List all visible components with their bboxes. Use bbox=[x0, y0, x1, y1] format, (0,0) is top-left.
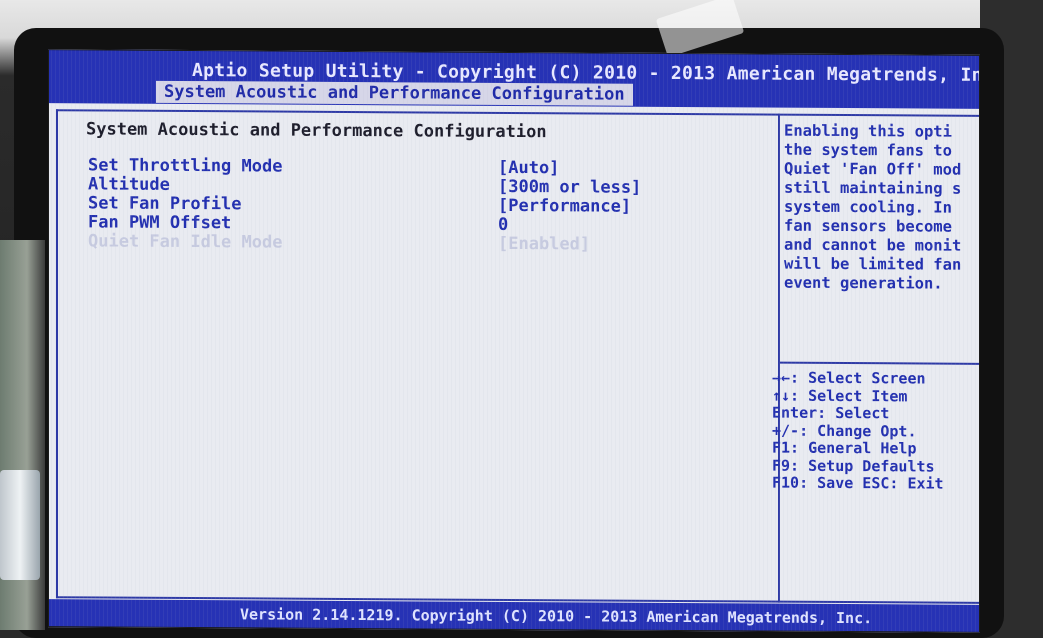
help-line: will be limited fan bbox=[784, 254, 962, 274]
bios-footer: Version 2.14.1219. Copyright (C) 2010 - … bbox=[48, 599, 980, 633]
help-line: fan sensors become bbox=[784, 216, 952, 236]
settings-panel: System Acoustic and Performance Configur… bbox=[56, 109, 780, 603]
help-line: event generation. bbox=[784, 273, 943, 293]
cup bbox=[0, 470, 40, 580]
setting-quiet-fan-idle-mode: Quiet Fan Idle Mode [Enabled] bbox=[88, 231, 778, 255]
bios-screen: Aptio Setup Utility - Copyright (C) 2010… bbox=[48, 49, 980, 633]
help-line: Quiet 'Fan Off' mod bbox=[784, 159, 962, 179]
help-line: system cooling. In bbox=[784, 197, 952, 217]
help-line: Enabling this opti bbox=[784, 121, 952, 141]
setting-value[interactable]: 0 bbox=[498, 215, 508, 235]
setting-value[interactable]: [Auto] bbox=[498, 158, 559, 178]
setting-label: Set Throttling Mode bbox=[88, 155, 283, 177]
setting-value[interactable]: [Performance] bbox=[498, 196, 631, 217]
help-line: still maintaining s bbox=[784, 178, 962, 198]
help-divider bbox=[780, 361, 980, 365]
setting-value[interactable]: [300m or less] bbox=[498, 177, 641, 198]
setting-label: Quiet Fan Idle Mode bbox=[88, 231, 283, 253]
help-description: Enabling this opti the system fans to Qu… bbox=[784, 122, 980, 294]
setting-label: Fan PWM Offset bbox=[88, 212, 232, 234]
tab-system-acoustic[interactable]: System Acoustic and Performance Configur… bbox=[156, 80, 633, 106]
bios-header: Aptio Setup Utility - Copyright (C) 2010… bbox=[48, 49, 980, 109]
setting-label: Set Fan Profile bbox=[88, 193, 242, 215]
key-select-screen: →←: Select Screen bbox=[772, 368, 926, 388]
setting-value: [Enabled] bbox=[498, 233, 591, 255]
help-line: the system fans to bbox=[784, 140, 952, 160]
key-save-exit: F10: Save ESC: Exit bbox=[772, 473, 944, 493]
key-enter-select: Enter: Select bbox=[772, 403, 890, 423]
panel-heading: System Acoustic and Performance Configur… bbox=[86, 119, 547, 143]
setting-label: Altitude bbox=[88, 174, 170, 195]
key-legend: →←: Select Screen ↑↓: Select Item Enter:… bbox=[772, 368, 944, 494]
version-text: Version 2.14.1219. Copyright (C) 2010 - … bbox=[240, 605, 873, 628]
key-general-help: F1: General Help bbox=[772, 438, 917, 458]
help-panel: Enabling this opti the system fans to Qu… bbox=[772, 113, 980, 604]
help-line: and cannot be monit bbox=[784, 235, 962, 255]
